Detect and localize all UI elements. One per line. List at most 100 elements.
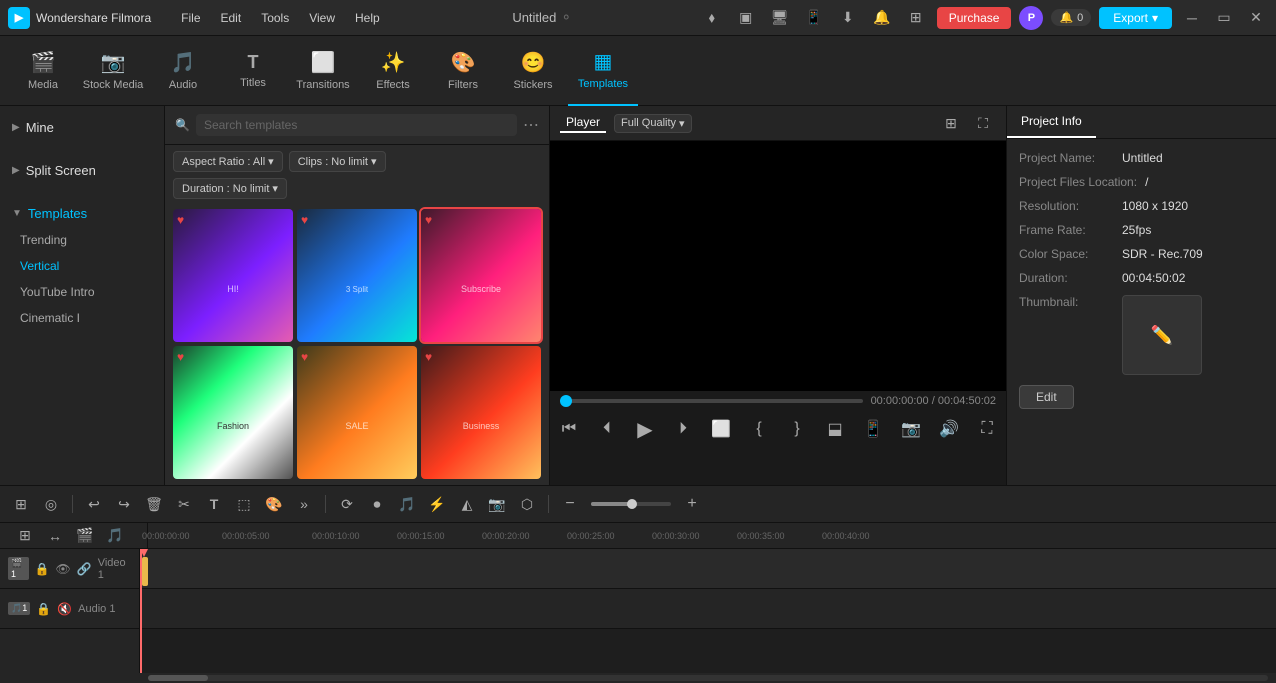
export-button[interactable]: Export ▾ — [1099, 7, 1172, 29]
snapshot-tool-button[interactable]: 📷 — [484, 491, 510, 517]
redo-button[interactable]: ↪ — [111, 491, 137, 517]
fullscreen-icon[interactable]: ⛶ — [970, 110, 996, 136]
nav-icon[interactable]: ⬧ — [699, 5, 725, 31]
nav-titles[interactable]: T Titles — [218, 36, 288, 106]
audio-link-icon[interactable]: 🔗 — [77, 562, 92, 576]
video-timeline-track — [140, 549, 1276, 589]
sidebar-templates-header[interactable]: ▼ Templates — [0, 200, 164, 227]
zoom-out-button[interactable]: − — [557, 491, 583, 517]
quality-selector[interactable]: Full Quality ▾ — [614, 114, 692, 133]
scrollbar-thumb[interactable] — [148, 675, 208, 681]
text-tool-button[interactable]: T — [201, 491, 227, 517]
nav-media[interactable]: 🎬 Media — [8, 36, 78, 106]
zoom-in-button[interactable]: + — [679, 491, 705, 517]
menu-file[interactable]: File — [171, 0, 210, 36]
nav-filters[interactable]: 🎨 Filters — [428, 36, 498, 106]
stop-button[interactable]: ⬜ — [707, 415, 735, 443]
play-button[interactable]: ▶ — [631, 415, 659, 443]
mark-out-button[interactable]: } — [783, 415, 811, 443]
next-frame-button[interactable]: ⏵ — [669, 415, 697, 443]
scene-detection-button[interactable]: ⊞ — [8, 491, 34, 517]
grid-icon[interactable]: ⊞ — [903, 5, 929, 31]
template-card-blogger[interactable]: Subscribe ♥ 00:05 ⬇ Blogger Subscri... — [421, 209, 541, 342]
sidebar-item-cinematic[interactable]: Cinematic I — [0, 305, 164, 331]
template-card-exquisite1[interactable]: SALE ♥ ⬇ Exquisite Busine... — [297, 346, 417, 479]
template-card-exquisite2[interactable]: Business ♥ ⬇ Exquisite Busine... — [421, 346, 541, 479]
download-icon[interactable]: ⬇ — [835, 5, 861, 31]
template-card-fashion[interactable]: Fashion ♥ ⬇ Fashion Blogger... — [173, 346, 293, 479]
sidebar-mine-header[interactable]: ▶ Mine — [0, 114, 164, 141]
sidebar-item-trending[interactable]: Trending — [0, 227, 164, 253]
eye-icon[interactable]: 👁 — [56, 562, 71, 576]
menu-edit[interactable]: Edit — [211, 0, 252, 36]
progress-thumb[interactable] — [560, 395, 572, 407]
undo-button[interactable]: ↩ — [81, 491, 107, 517]
mark-in-button[interactable]: { — [745, 415, 773, 443]
tab-player[interactable]: Player — [560, 113, 606, 133]
tab-project-info[interactable]: Project Info — [1007, 106, 1096, 138]
menu-tools[interactable]: Tools — [251, 0, 299, 36]
close-button[interactable]: ✕ — [1244, 6, 1268, 30]
bell-icon[interactable]: 🔔 — [869, 5, 895, 31]
edit-button[interactable]: Edit — [1019, 385, 1074, 409]
auto-ripple-button[interactable]: ↔ — [42, 523, 68, 549]
audio-tracks-button[interactable]: 🎵 — [102, 523, 128, 549]
mobile-preview-button[interactable]: 📱 — [859, 415, 887, 443]
purchase-button[interactable]: Purchase — [937, 7, 1012, 29]
template-icon[interactable]: ▣ — [733, 5, 759, 31]
prev-frame-button[interactable]: ⏴ — [593, 415, 621, 443]
nav-templates[interactable]: ▦ Templates — [568, 36, 638, 106]
aspect-ratio-filter[interactable]: Aspect Ratio : All ▾ — [173, 151, 283, 172]
template-card-changeable[interactable]: HI! ♥ 00:10 ⬇ The Changeable... — [173, 209, 293, 342]
track-button[interactable]: ◎ — [38, 491, 64, 517]
expand-button[interactable]: ⛶ — [973, 415, 1001, 443]
nav-audio[interactable]: 🎵 Audio — [148, 36, 218, 106]
snapshot-button[interactable]: 📷 — [897, 415, 925, 443]
lock-icon[interactable]: 🔒 — [35, 562, 50, 576]
nav-stock-media[interactable]: 📷 Stock Media — [78, 36, 148, 106]
nav-effects[interactable]: ✨ Effects — [358, 36, 428, 106]
add-track-button[interactable]: ⊞ — [12, 523, 38, 549]
app-logo: ▶ Wondershare Filmora — [8, 7, 151, 29]
horizontal-scrollbar[interactable] — [148, 675, 1268, 681]
minimize-button[interactable]: ─ — [1180, 6, 1204, 30]
video-tracks-button[interactable]: 🎬 — [72, 523, 98, 549]
monitor-icon[interactable]: 🖥 — [767, 5, 793, 31]
template-card-split[interactable]: 3 Split ♥ ⬇ Three Split Scre... — [297, 209, 417, 342]
pip-button[interactable]: ⬡ — [514, 491, 540, 517]
duration-filter[interactable]: Duration : No limit ▾ — [173, 178, 287, 199]
expand-tools-button[interactable]: » — [291, 491, 317, 517]
mobile-icon[interactable]: 📱 — [801, 5, 827, 31]
audio-mute-icon[interactable]: 🔇 — [57, 602, 72, 616]
motion-button[interactable]: ⟳ — [334, 491, 360, 517]
delete-button[interactable]: 🗑 — [141, 491, 167, 517]
record-button[interactable]: ⏺ — [364, 491, 390, 517]
color-button[interactable]: 🎨 — [261, 491, 287, 517]
sidebar-item-vertical[interactable]: Vertical — [0, 253, 164, 279]
audio-tools-button[interactable]: 🎵 — [394, 491, 420, 517]
maximize-button[interactable]: ▭ — [1212, 6, 1236, 30]
nav-transitions[interactable]: ⬜ Transitions — [288, 36, 358, 106]
menu-view[interactable]: View — [299, 0, 345, 36]
speed-button[interactable]: ⚡ — [424, 491, 450, 517]
volume-button[interactable]: 🔊 — [935, 415, 963, 443]
menu-help[interactable]: Help — [345, 0, 390, 36]
cut-button[interactable]: ✂ — [171, 491, 197, 517]
search-input[interactable] — [196, 114, 517, 136]
clips-filter[interactable]: Clips : No limit ▾ — [289, 151, 386, 172]
crop-button[interactable]: ⬚ — [231, 491, 257, 517]
edit-thumbnail-icon[interactable]: ✏️ — [1151, 325, 1173, 346]
user-avatar[interactable]: P — [1019, 6, 1043, 30]
playhead[interactable] — [140, 549, 142, 673]
sidebar-split-header[interactable]: ▶ Split Screen — [0, 157, 164, 184]
more-options-button[interactable]: ⋯ — [523, 115, 539, 135]
nav-stickers[interactable]: 😊 Stickers — [498, 36, 568, 106]
grid-view-icon[interactable]: ⊞ — [938, 110, 964, 136]
skip-start-button[interactable]: ⏮ — [555, 415, 583, 443]
progress-bar[interactable] — [560, 399, 863, 403]
split-button[interactable]: ⬓ — [821, 415, 849, 443]
mask-button[interactable]: ◭ — [454, 491, 480, 517]
audio-lock-icon[interactable]: 🔒 — [36, 602, 51, 616]
sidebar-item-youtube-intro[interactable]: YouTube Intro — [0, 279, 164, 305]
zoom-slider[interactable] — [591, 502, 671, 506]
